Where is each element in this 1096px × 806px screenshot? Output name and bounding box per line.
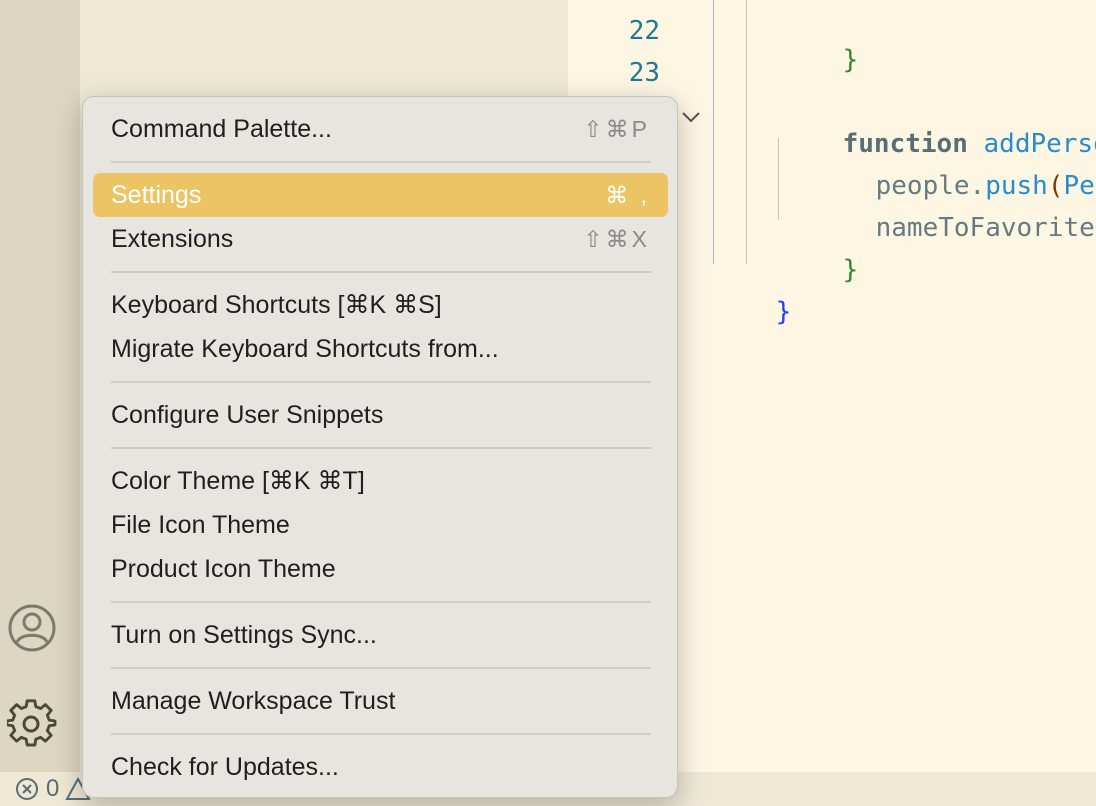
- menu-item-settings-sync[interactable]: Turn on Settings Sync...: [93, 613, 668, 657]
- error-count: 0: [46, 775, 60, 802]
- menu-item-check-updates[interactable]: Check for Updates...: [93, 745, 668, 789]
- code-line: }: [780, 15, 859, 105]
- menu-separator: [111, 161, 651, 163]
- menu-item-label: Configure User Snippets: [111, 400, 384, 429]
- error-icon: [16, 778, 38, 800]
- code-line: }: [780, 225, 859, 315]
- menu-item-shortcut: ⇧⌘P: [583, 115, 650, 142]
- menu-item-label: Keyboard Shortcuts [⌘K ⌘S]: [111, 291, 442, 319]
- fold-chevron-icon[interactable]: [680, 106, 702, 128]
- menu-item-label: Turn on Settings Sync...: [111, 620, 377, 649]
- menu-item-label: Migrate Keyboard Shortcuts from...: [111, 334, 499, 363]
- menu-item-workspace-trust[interactable]: Manage Workspace Trust: [93, 679, 668, 723]
- activity-bar: [0, 0, 80, 772]
- menu-item-migrate-shortcuts[interactable]: Migrate Keyboard Shortcuts from...: [93, 327, 668, 371]
- menu-item-extensions[interactable]: Extensions ⇧⌘X: [93, 217, 668, 261]
- menu-item-label: File Icon Theme: [111, 510, 290, 539]
- menu-item-label: Product Icon Theme: [111, 554, 336, 583]
- menu-separator: [111, 381, 651, 383]
- menu-item-keyboard-shortcuts[interactable]: Keyboard Shortcuts [⌘K ⌘S]: [93, 283, 668, 327]
- menu-item-label: Color Theme [⌘K ⌘T]: [111, 467, 365, 495]
- code-token: }: [842, 45, 859, 75]
- account-icon[interactable]: [7, 603, 57, 653]
- menu-item-label: Check for Updates...: [111, 752, 339, 781]
- menu-item-product-icon-theme[interactable]: Product Icon Theme: [93, 547, 668, 591]
- menu-item-user-snippets[interactable]: Configure User Snippets: [93, 393, 668, 437]
- menu-item-label: Manage Workspace Trust: [111, 686, 396, 715]
- indent-guide: [778, 138, 779, 220]
- indent-guide: [746, 0, 747, 264]
- code-token: nameToFavoriteNum: [875, 213, 1096, 243]
- menu-item-label: Command Palette...: [111, 114, 332, 143]
- menu-item-file-icon-theme[interactable]: File Icon Theme: [93, 503, 668, 547]
- menu-item-command-palette[interactable]: Command Palette... ⇧⌘P: [93, 107, 668, 151]
- line-number: 23: [628, 58, 660, 88]
- menu-item-color-theme[interactable]: Color Theme [⌘K ⌘T]: [93, 459, 668, 503]
- menu-item-label: Extensions: [111, 224, 234, 253]
- menu-item-settings[interactable]: Settings ⌘ ,: [93, 173, 668, 217]
- code-line: }: [713, 267, 792, 357]
- indent-guide: [713, 0, 714, 264]
- menu-separator: [111, 733, 651, 735]
- menu-separator: [111, 667, 651, 669]
- menu-separator: [111, 447, 651, 449]
- menu-item-label: Settings: [111, 180, 202, 209]
- gear-icon[interactable]: [7, 699, 57, 749]
- code-token: }: [842, 255, 859, 285]
- menu-item-shortcut: ⌘ ,: [605, 181, 650, 208]
- line-number: 22: [628, 16, 660, 46]
- manage-menu: Command Palette... ⇧⌘P Settings ⌘ , Exte…: [82, 96, 678, 798]
- menu-separator: [111, 601, 651, 603]
- code-token: }: [775, 297, 792, 327]
- menu-separator: [111, 271, 651, 273]
- menu-item-shortcut: ⇧⌘X: [583, 225, 650, 252]
